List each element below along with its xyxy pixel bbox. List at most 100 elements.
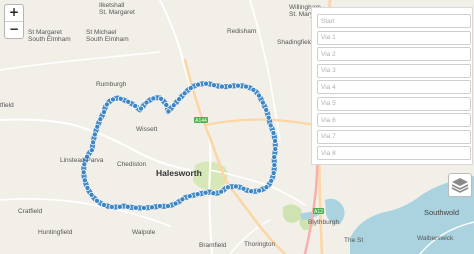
route-marker[interactable] <box>176 96 183 103</box>
route-markers <box>80 80 279 211</box>
via-4-field[interactable] <box>317 80 471 94</box>
place-label-walpole: Walpole <box>132 229 156 236</box>
route-marker[interactable] <box>271 162 278 169</box>
route-marker[interactable] <box>132 102 139 109</box>
place-label-linstead: Linstead Parva <box>60 157 104 164</box>
place-label-st-michael: St Michael South Elmham <box>86 29 129 43</box>
place-label-redisham: Redisham <box>227 28 257 35</box>
route-marker[interactable] <box>224 184 231 191</box>
via-1-field[interactable] <box>317 30 471 45</box>
zoom-control: + − <box>4 4 24 39</box>
zoom-in-button[interactable]: + <box>5 5 23 21</box>
route-marker[interactable] <box>194 191 201 198</box>
route-marker[interactable] <box>187 85 194 92</box>
route-marker[interactable] <box>140 204 147 211</box>
route-marker[interactable] <box>158 95 165 102</box>
route-marker[interactable] <box>203 80 210 87</box>
route-marker[interactable] <box>150 95 157 102</box>
route-marker[interactable] <box>270 130 277 137</box>
place-label-walberswick: Walberswick <box>417 235 454 242</box>
route-marker[interactable] <box>267 122 274 129</box>
via-5-field[interactable] <box>317 96 471 111</box>
zoom-out-button[interactable]: − <box>5 21 23 38</box>
route-marker[interactable] <box>181 90 188 97</box>
route-marker[interactable] <box>170 102 177 109</box>
route-marker[interactable] <box>202 189 209 196</box>
route-marker[interactable] <box>218 83 225 90</box>
route-marker[interactable] <box>218 188 225 195</box>
route-marker[interactable] <box>90 139 97 146</box>
route-marker[interactable] <box>226 83 233 90</box>
route-marker[interactable] <box>210 82 217 89</box>
route-marker[interactable] <box>256 187 263 194</box>
layers-button[interactable] <box>448 173 472 197</box>
route-marker[interactable] <box>195 81 202 88</box>
place-label-southwold: Southwold <box>424 208 460 217</box>
route-marker[interactable] <box>272 146 279 153</box>
via-3-field[interactable] <box>317 63 471 78</box>
via-6-field[interactable] <box>317 113 471 127</box>
route-marker[interactable] <box>259 99 266 106</box>
route-marker[interactable] <box>263 106 270 113</box>
place-label-wissett: Wissett <box>136 126 158 133</box>
place-label-st-margaret: St Margaret South Elmham <box>28 29 71 43</box>
route-marker[interactable] <box>172 200 179 207</box>
route-marker[interactable] <box>100 201 107 208</box>
road-shield-a12: A12 <box>314 209 323 215</box>
place-label-halesworth: Halesworth <box>156 168 202 178</box>
route-marker[interactable] <box>243 83 250 90</box>
route-marker[interactable] <box>165 108 172 115</box>
route-marker[interactable] <box>235 82 242 89</box>
route-marker[interactable] <box>117 95 124 102</box>
route-marker[interactable] <box>186 193 193 200</box>
route-marker[interactable] <box>210 190 217 197</box>
layers-icon <box>451 178 469 193</box>
route-marker[interactable] <box>91 131 98 138</box>
route-marker[interactable] <box>265 114 272 121</box>
route-marker[interactable] <box>163 101 170 108</box>
place-label-westfield: tfield <box>0 102 14 109</box>
route-marker[interactable] <box>84 184 91 191</box>
route-marker[interactable] <box>271 154 278 161</box>
place-label-thorington: Thorington <box>244 241 276 248</box>
route-marker[interactable] <box>110 96 117 103</box>
route-marker[interactable] <box>94 123 101 130</box>
place-label-cratfield: Cratfield <box>18 208 43 215</box>
route-marker[interactable] <box>268 177 275 184</box>
via-2-field[interactable] <box>317 47 471 61</box>
route-marker[interactable] <box>80 169 87 176</box>
route-marker[interactable] <box>108 203 115 210</box>
place-label-bramfield: Bramfield <box>199 242 227 249</box>
route-marker[interactable] <box>125 98 132 105</box>
route-marker[interactable] <box>255 92 262 99</box>
route-marker[interactable] <box>88 191 95 198</box>
route-marker[interactable] <box>270 170 277 177</box>
route-marker[interactable] <box>143 99 150 106</box>
route-marker[interactable] <box>263 184 270 191</box>
route-marker[interactable] <box>101 109 108 116</box>
route-marker[interactable] <box>250 86 257 93</box>
route-marker[interactable] <box>179 196 186 203</box>
route-marker[interactable] <box>232 183 239 190</box>
route-marker[interactable] <box>103 101 110 108</box>
route-marker[interactable] <box>148 204 155 211</box>
route-marker[interactable] <box>138 105 145 112</box>
route-marker[interactable] <box>116 203 123 210</box>
road-label-the-st: The St <box>344 237 364 244</box>
start-field[interactable] <box>317 14 471 28</box>
route-marker[interactable] <box>124 203 131 210</box>
route-marker[interactable] <box>81 177 88 184</box>
via-8-field[interactable] <box>317 146 471 160</box>
route-marker[interactable] <box>248 188 255 195</box>
place-label-chediston: Chediston <box>117 161 147 168</box>
via-7-field[interactable] <box>317 129 471 144</box>
route-marker[interactable] <box>132 204 139 211</box>
route-marker[interactable] <box>156 203 163 210</box>
route-marker[interactable] <box>272 137 279 144</box>
route-marker[interactable] <box>94 197 101 204</box>
route-marker[interactable] <box>164 203 171 210</box>
route-marker[interactable] <box>97 116 104 123</box>
route-marker[interactable] <box>240 185 247 192</box>
map-canvas[interactable]: A144 A12 Ilketshall St. Margaret Willingh… <box>0 0 474 254</box>
route-marker[interactable] <box>88 147 95 154</box>
